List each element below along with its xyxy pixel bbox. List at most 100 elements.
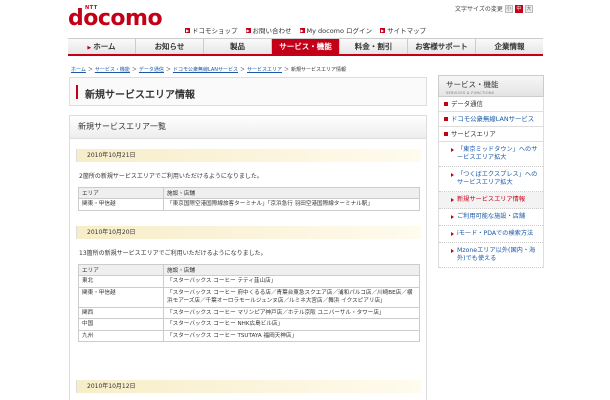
utility-link-label: お問い合わせ [252,27,292,35]
utility-link-label: サイトマップ [387,27,427,35]
nav-services[interactable]: サービス・機能 [272,39,340,54]
text-size-medium-button[interactable]: 中 [514,4,523,13]
column-header-area: エリア [78,264,164,276]
breadcrumb-link-services[interactable]: サービス・機能 [95,66,130,73]
new-area-list-section: 新規サービスエリア一覧 2010年10月21日 2箇所の新規サービスエリアでご利… [69,115,427,400]
lock-icon: ▶ [299,27,305,33]
chevron-right-icon: ▶ [87,45,92,51]
table-row: 関東・甲信越 「スターバックス コーヒー 府中くるる店／青葉台東急スクエア店／浦… [78,286,420,308]
site-header: NTT docomo 文字サイズの変更 小 中 大 ▶ ドコモショップ ▶ お問い合… [0,0,610,38]
table-row: 中国 「スターバックス コーヒー NHK広島ビル店」 [78,318,420,331]
cell-area: 中国 [78,318,164,331]
arrow-icon: ▶ [185,27,190,33]
sidebar-item-outside-mzone[interactable]: Mzoneエリア以外(国内・海外)でも使える [439,243,543,268]
section-title: 新規サービスエリア一覧 [70,116,426,139]
bullet-square-icon [444,117,448,121]
sidebar-item-label: ご利用可能な施設・店舗 [457,213,526,220]
utility-link-label: My docomo ログイン [306,27,373,35]
column-header-facility: 施設・店舗 [163,187,420,199]
area-table: エリア 施設・店舗 東北 「スターバックス コーヒー テティ韮山店」 関東・甲信… [78,264,420,342]
nav-label: 企業情報 [494,42,525,51]
nav-label: お知らせ [154,42,185,51]
column-header-facility: 施設・店舗 [163,264,420,276]
docomo-logo[interactable]: NTT docomo [68,5,163,32]
utility-link-mydocomo-login[interactable]: ▶ My docomo ログイン [299,25,373,35]
sidebar: サービス・機能 SERVICES & FUNCTIONS データ通信 ドコモ公衆… [438,75,544,400]
sidebar-item-label: 「東京ミッドタウン」へのサービスエリア拡大 [457,146,538,161]
utility-links: ▶ ドコモショップ ▶ お問い合わせ ▶ My docomo ログイン ▶ サイトマップ [185,25,426,35]
breadcrumb-separator: ＞ [284,67,290,73]
text-size-small-button[interactable]: 小 [504,4,513,13]
date-heading: 2010年10月20日 [76,226,421,239]
area-table: エリア 施設・店舗 関東・甲信越 「東京国際空港国際線旅客ターミナル」「京浜急行… [78,187,420,211]
breadcrumb-link-area[interactable]: サービスエリア [247,66,282,73]
triangle-right-icon [451,173,454,177]
nav-news[interactable]: お知らせ [136,39,204,54]
nav-label: サービス・機能 [279,42,332,51]
sidebar-category-area[interactable]: サービスエリア [438,127,544,142]
cell-facility: 「スターバックス コーヒー NHK広島ビル店」 [163,318,420,331]
triangle-right-icon [451,148,454,152]
group-intro: 2箇所の新規サービスエリアでご利用いただけるようになりました。 [79,173,263,180]
nav-pricing[interactable]: 料金・割引 [340,39,408,54]
breadcrumb-separator: ＞ [87,67,93,73]
cell-area: 関東・甲信越 [78,286,164,308]
sidebar-item-new-area[interactable]: 新規サービスエリア情報 [439,192,543,209]
breadcrumb-link-home[interactable]: ホーム [71,66,86,73]
bullet-square-icon [444,102,448,106]
sidebar-sublist: 「東京ミッドタウン」へのサービスエリア拡大 「つくばエクスプレス」へのサービスエ… [438,142,544,268]
sidebar-item-search[interactable]: iモード・PDAでの検索方法 [439,226,543,243]
breadcrumb-separator: ＞ [240,67,246,73]
nav-label: 料金・割引 [354,42,393,51]
sidebar-subtitle: SERVICES & FUNCTIONS [446,91,495,95]
text-size-label: 文字サイズの変更 [455,6,503,13]
page-title: 新規サービスエリア情報 [85,90,195,101]
utility-link-shop[interactable]: ▶ ドコモショップ [185,25,238,35]
triangle-right-icon [451,232,454,236]
nav-support[interactable]: お客様サポート [408,39,476,54]
sidebar-item-label: 「つくばエクスプレス」へのサービスエリア拡大 [457,171,538,186]
date-heading: 2010年10月12日 [76,380,421,393]
table-header-row: エリア 施設・店舗 [78,264,420,276]
breadcrumb-link-wifi[interactable]: ドコモ公衆無線LANサービス [173,66,238,73]
utility-link-sitemap[interactable]: ▶ サイトマップ [380,25,426,35]
cell-area: 九州 [78,329,164,342]
sidebar-item-label: Mzoneエリア以外(国内・海外)でも使える [457,247,536,262]
sidebar-item-facilities[interactable]: ご利用可能な施設・店舗 [439,209,543,226]
nav-products[interactable]: 製品 [204,39,272,54]
cell-facility: 「スターバックス コーヒー TSUTAYA 福岡天神店」 [163,329,420,342]
breadcrumb-current: 新規サービスエリア情報 [291,67,347,73]
nav-label: お客様サポート [415,42,468,51]
sidebar-category-data[interactable]: データ通信 [438,97,544,112]
sidebar-item-label: 新規サービスエリア情報 [457,196,526,203]
utility-link-contact[interactable]: ▶ お問い合わせ [245,25,292,35]
sidebar-item-label: iモード・PDAでの検索方法 [457,230,534,237]
breadcrumb-separator: ＞ [131,67,137,73]
table-header-row: エリア 施設・店舗 [78,187,420,199]
cell-facility: 「スターバックス コーヒー マリンピア神戸店／ホテル京阪 ユニバーサル・タワー店… [163,306,420,319]
nav-label: ホーム [93,42,116,51]
nav-home[interactable]: ▶ ホーム [68,39,136,54]
column-header-area: エリア [78,187,164,199]
cell-area: 関東・甲信越 [78,198,164,211]
table-row: 東北 「スターバックス コーヒー テティ韮山店」 [78,275,420,288]
arrow-icon: ▶ [380,27,386,33]
triangle-right-icon [451,198,454,202]
sidebar-header: サービス・機能 SERVICES & FUNCTIONS [438,75,544,97]
sidebar-item-tsukuba[interactable]: 「つくばエクスプレス」へのサービスエリア拡大 [439,167,543,192]
sidebar-item-midtown[interactable]: 「東京ミッドタウン」へのサービスエリア拡大 [439,142,543,167]
bullet-square-icon [444,132,448,136]
sidebar-category-label: サービスエリア [451,130,496,138]
group-intro: 13箇所の新規サービスエリアでご利用いただけるようになりました。 [79,250,267,257]
nav-corporate[interactable]: 企業情報 [476,39,543,54]
sidebar-category-wifi[interactable]: ドコモ公衆無線LANサービス [438,112,544,127]
cell-facility: 「スターバックス コーヒー 府中くるる店／青葉台東急スクエア店／浦和パルコ店／川… [163,286,420,308]
nav-label: 製品 [230,42,245,51]
table-row: 関東・甲信越 「東京国際空港国際線旅客ターミナル」「京浜急行 羽田空港国際線ター… [78,198,420,211]
text-size-large-button[interactable]: 大 [524,4,533,13]
page-title-box: 新規サービスエリア情報 [69,77,427,106]
arrow-icon: ▶ [245,27,251,33]
breadcrumb-link-data[interactable]: データ通信 [139,66,164,73]
triangle-right-icon [451,215,454,219]
breadcrumb: ホーム＞ サービス・機能＞ データ通信＞ ドコモ公衆無線LANサービス＞ サービ… [71,66,346,73]
